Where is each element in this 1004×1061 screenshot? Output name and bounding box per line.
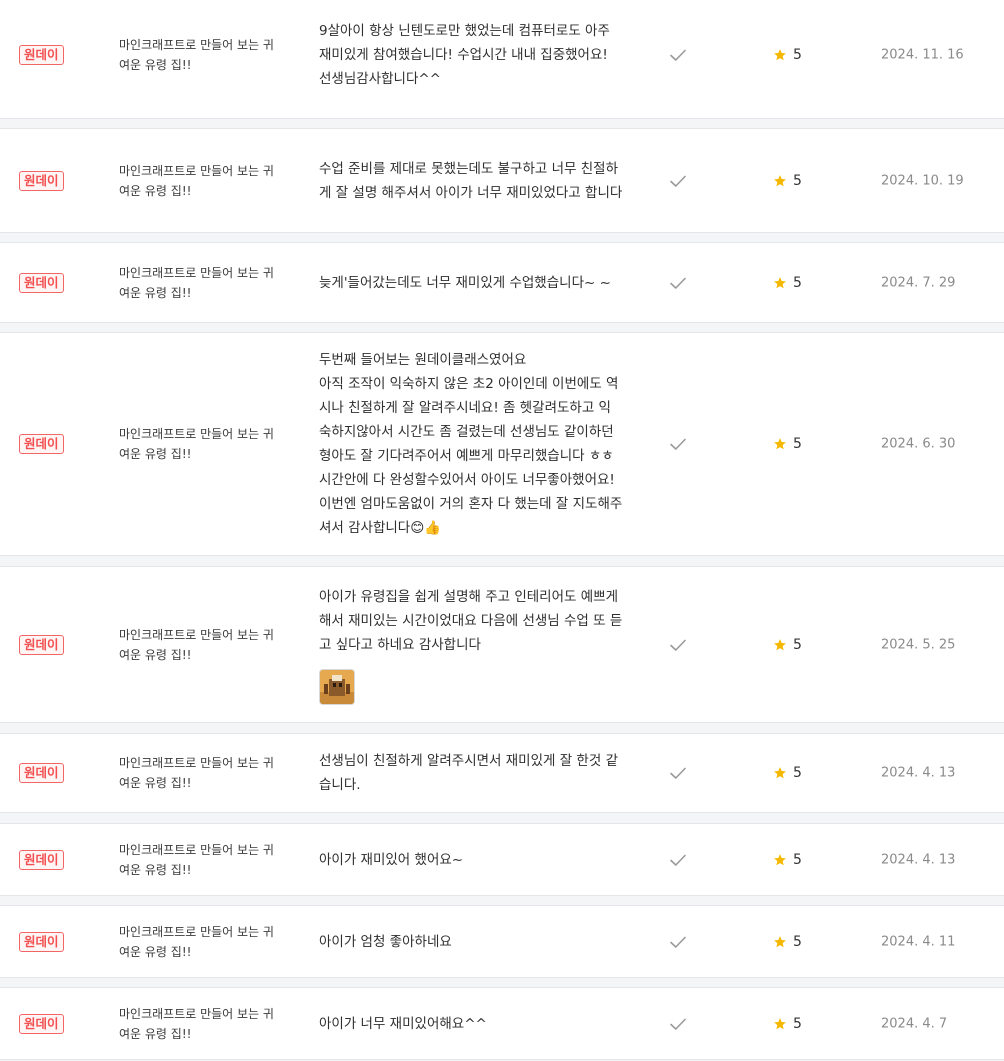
- class-title[interactable]: 마인크래프트로 만들어 보는 귀여운 유령 집!!: [119, 263, 279, 303]
- check-icon: [670, 936, 686, 948]
- review-row: 원데이 마인크래프트로 만들어 보는 귀여운 유령 집!! 아이가 엄청 좋아하…: [0, 905, 1004, 978]
- review-row: 원데이 마인크래프트로 만들어 보는 귀여운 유령 집!! 9살아이 항상 닌텐…: [0, 0, 1004, 119]
- class-type-badge: 원데이: [19, 170, 64, 191]
- rating-value: 5: [793, 933, 802, 950]
- review-row: 원데이 마인크래프트로 만들어 보는 귀여운 유령 집!! 두번째 들어보는 원…: [0, 332, 1004, 556]
- rating-value: 5: [793, 172, 802, 189]
- rating: 5: [773, 934, 802, 950]
- review-photo-thumbnail[interactable]: [319, 668, 355, 705]
- class-title[interactable]: 마인크래프트로 만들어 보는 귀여운 유령 집!!: [119, 840, 279, 880]
- check-icon: [670, 277, 686, 289]
- check-icon: [670, 854, 686, 866]
- review-content: 아이가 너무 재미있어해요^^: [319, 1012, 623, 1036]
- review-content: 아이가 유령집을 쉽게 설명해 주고 인테리어도 예쁘게 해서 재미있는 시간이…: [319, 585, 623, 705]
- class-title[interactable]: 마인크래프트로 만들어 보는 귀여운 유령 집!!: [119, 424, 279, 464]
- star-icon: [774, 853, 786, 865]
- rating: 5: [773, 275, 802, 291]
- check-icon: [670, 639, 686, 651]
- star-icon: [774, 276, 786, 288]
- review-content: 아이가 재미있어 했어요~: [319, 848, 623, 872]
- review-content: 두번째 들어보는 원데이클래스였어요아직 조작이 익숙하지 않은 초2 아이인데…: [319, 348, 623, 540]
- class-title[interactable]: 마인크래프트로 만들어 보는 귀여운 유령 집!!: [119, 35, 279, 75]
- rating-value: 5: [793, 765, 802, 781]
- check-icon: [670, 1018, 686, 1030]
- class-type-badge: 원데이: [19, 1013, 64, 1034]
- review-date: 2024. 6. 30: [881, 436, 956, 452]
- check-icon: [670, 175, 686, 187]
- class-type-badge: 원데이: [19, 44, 64, 65]
- rating: 5: [773, 1016, 802, 1032]
- review-row: 원데이 마인크래프트로 만들어 보는 귀여운 유령 집!! 아이가 재미있어 했…: [0, 823, 1004, 896]
- review-date: 2024. 10. 19: [881, 173, 964, 188]
- star-icon: [774, 767, 786, 779]
- review-date: 2024. 4. 13: [881, 765, 956, 781]
- class-title[interactable]: 마인크래프트로 만들어 보는 귀여운 유령 집!!: [119, 625, 279, 665]
- check-icon: [670, 438, 686, 450]
- star-icon: [774, 438, 786, 450]
- rating: 5: [773, 765, 802, 781]
- review-text-line: 9살아이 항상 닌텐도로만 했었는데 컴퓨터로도 아주 재미있게 참여했습니다!…: [319, 22, 610, 63]
- review-date: 2024. 11. 16: [881, 47, 964, 62]
- rating-value: 5: [793, 1015, 802, 1032]
- star-icon: [774, 638, 786, 650]
- rating: 5: [773, 637, 802, 653]
- review-row: 원데이 마인크래프트로 만들어 보는 귀여운 유령 집!! 수업 준비를 제대로…: [0, 128, 1004, 233]
- review-row: 원데이 마인크래프트로 만들어 보는 귀여운 유령 집!! 선생님이 친절하게 …: [0, 733, 1004, 813]
- star-icon: [774, 935, 786, 947]
- review-text-line: 선생님이 친절하게 알려주시면서 재미있게 잘 한것 같습니다.: [319, 753, 618, 793]
- review-content: 9살아이 항상 닌텐도로만 했었는데 컴퓨터로도 아주 재미있게 참여했습니다!…: [319, 19, 623, 91]
- class-title[interactable]: 마인크래프트로 만들어 보는 귀여운 유령 집!!: [119, 1004, 279, 1044]
- star-icon: [774, 48, 786, 60]
- class-title[interactable]: 마인크래프트로 만들어 보는 귀여운 유령 집!!: [119, 161, 279, 201]
- class-type-badge: 원데이: [19, 634, 64, 655]
- review-row: 원데이 마인크래프트로 만들어 보는 귀여운 유령 집!! 아이가 유령집을 쉽…: [0, 566, 1004, 723]
- rating-value: 5: [793, 436, 802, 452]
- review-date: 2024. 4. 11: [881, 934, 956, 949]
- review-date: 2024. 7. 29: [881, 275, 956, 290]
- star-icon: [774, 174, 786, 186]
- review-text-line: 늦게'들어갔는데도 너무 재미있게 수업했습니다~ ~: [319, 274, 611, 291]
- rating: 5: [773, 436, 802, 452]
- review-date: 2024. 5. 25: [881, 637, 956, 652]
- rating: 5: [773, 852, 802, 868]
- review-text-line: 수업 준비를 제대로 못했는데도 불구하고 너무 친절하게 잘 설명 해주셔서 …: [319, 160, 623, 201]
- review-text-line: 두번째 들어보는 원데이클래스였어요: [319, 352, 527, 368]
- star-icon: [774, 1017, 786, 1029]
- review-row: 원데이 마인크래프트로 만들어 보는 귀여운 유령 집!! 아이가 너무 재미있…: [0, 987, 1004, 1060]
- class-type-badge: 원데이: [19, 931, 64, 952]
- rating-value: 5: [793, 46, 802, 63]
- review-content: 아이가 엄청 좋아하네요: [319, 930, 623, 954]
- check-icon: [670, 49, 686, 61]
- rating: 5: [773, 47, 802, 63]
- rating-value: 5: [793, 636, 802, 653]
- check-icon: [670, 767, 686, 779]
- review-content: 선생님이 친절하게 알려주시면서 재미있게 잘 한것 같습니다.: [319, 749, 623, 797]
- review-text-line: 아이가 너무 재미있어해요^^: [319, 1015, 487, 1032]
- class-type-badge: 원데이: [19, 272, 64, 293]
- review-text-line: 아이가 유령집을 쉽게 설명해 주고 인테리어도 예쁘게 해서 재미있는 시간이…: [319, 588, 623, 653]
- review-row: 원데이 마인크래프트로 만들어 보는 귀여운 유령 집!! 늦게'들어갔는데도 …: [0, 242, 1004, 323]
- review-text-line: 아직 조작이 익숙하지 않은 초2 아이인데 이번에도 역시나 친절하게 잘 알…: [319, 376, 623, 536]
- class-type-badge: 원데이: [19, 763, 64, 783]
- review-text-line: 아이가 재미있어 했어요~: [319, 851, 464, 868]
- review-text-line: 선생님감사합니다^^: [319, 70, 441, 87]
- class-type-badge: 원데이: [19, 434, 64, 454]
- review-date: 2024. 4. 7: [881, 1016, 948, 1031]
- class-title[interactable]: 마인크래프트로 만들어 보는 귀여운 유령 집!!: [119, 922, 279, 962]
- rating-value: 5: [793, 851, 802, 868]
- review-content: 수업 준비를 제대로 못했는데도 불구하고 너무 친절하게 잘 설명 해주셔서 …: [319, 157, 623, 205]
- review-date: 2024. 4. 13: [881, 852, 956, 867]
- rating: 5: [773, 173, 802, 189]
- class-title[interactable]: 마인크래프트로 만들어 보는 귀여운 유령 집!!: [119, 753, 279, 793]
- rating-value: 5: [793, 274, 802, 291]
- class-type-badge: 원데이: [19, 849, 64, 870]
- review-content: 늦게'들어갔는데도 너무 재미있게 수업했습니다~ ~: [319, 271, 623, 295]
- review-text-line: 아이가 엄청 좋아하네요: [319, 933, 452, 950]
